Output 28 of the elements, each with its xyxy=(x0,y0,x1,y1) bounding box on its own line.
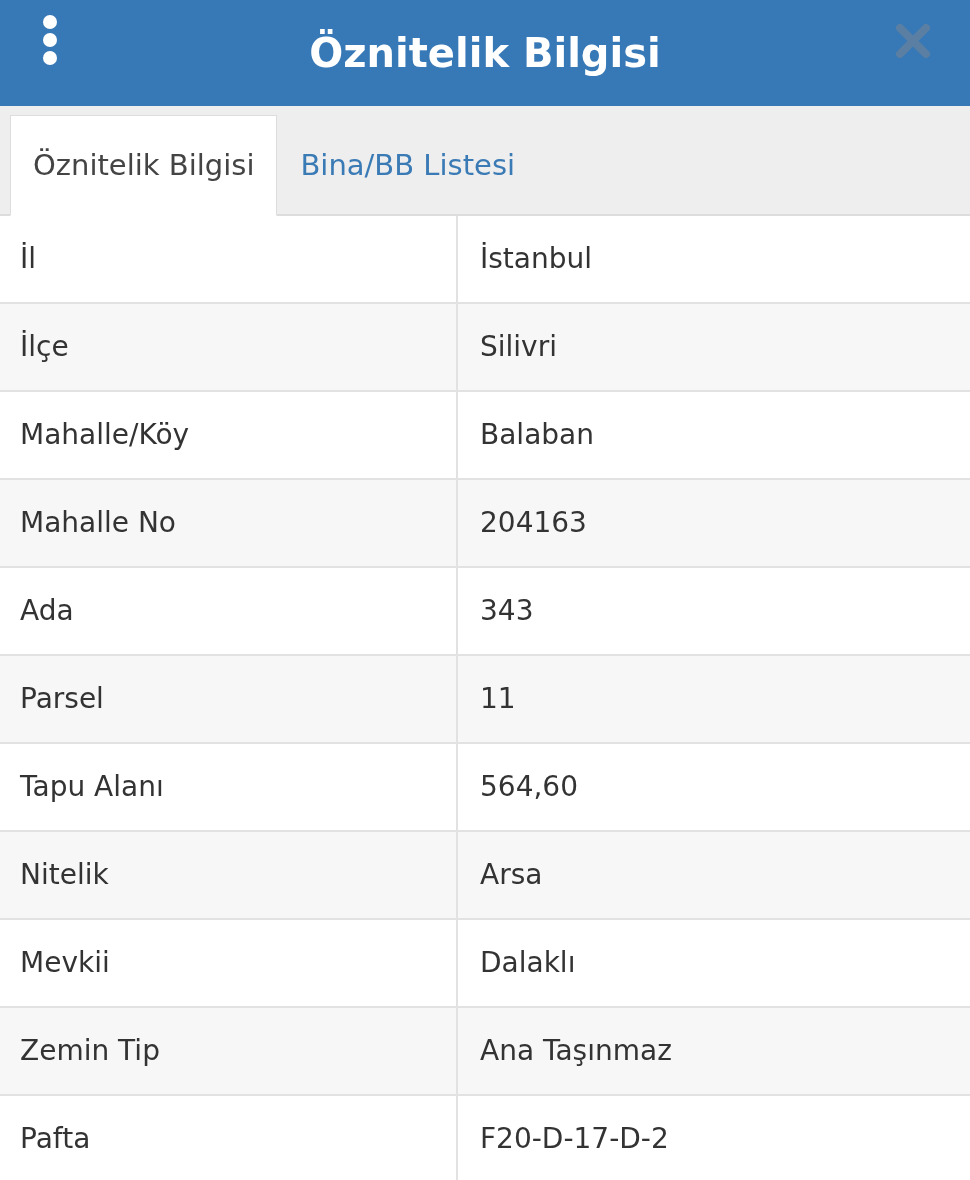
field-value: Silivri xyxy=(480,329,557,365)
field-value: 11 xyxy=(480,681,516,717)
window-title: Öznitelik Bilgisi xyxy=(309,28,661,78)
field-value: 343 xyxy=(480,593,534,629)
close-icon xyxy=(896,24,930,58)
field-value: Dalaklı xyxy=(480,945,576,981)
field-value: 564,60 xyxy=(480,769,578,805)
field-label: Mahalle/Köy xyxy=(20,417,190,453)
field-label: İlçe xyxy=(20,329,69,365)
field-value: İstanbul xyxy=(480,241,593,277)
field-value: Balaban xyxy=(480,417,594,453)
field-value: Arsa xyxy=(480,857,543,893)
field-label: Mahalle No xyxy=(20,505,176,541)
field-label: İl xyxy=(20,241,37,277)
field-value: F20-D-17-D-2 xyxy=(480,1121,669,1157)
field-label: Ada xyxy=(20,593,74,629)
tab[interactable]: Öznitelik Bilgisi xyxy=(10,115,278,216)
field-label: Parsel xyxy=(20,681,104,717)
field-label: Pafta xyxy=(20,1121,91,1157)
tab[interactable]: Bina/BB Listesi xyxy=(277,115,539,216)
menu-icon xyxy=(40,14,60,66)
field-label: Nitelik xyxy=(20,857,109,893)
field-value: Ana Taşınmaz xyxy=(480,1033,672,1069)
menu-button[interactable] xyxy=(40,14,60,66)
field-value: 204163 xyxy=(480,505,587,541)
field-label: Tapu Alanı xyxy=(20,769,164,805)
field-label: Zemin Tip xyxy=(20,1033,160,1069)
field-label: Mevkii xyxy=(20,945,110,981)
